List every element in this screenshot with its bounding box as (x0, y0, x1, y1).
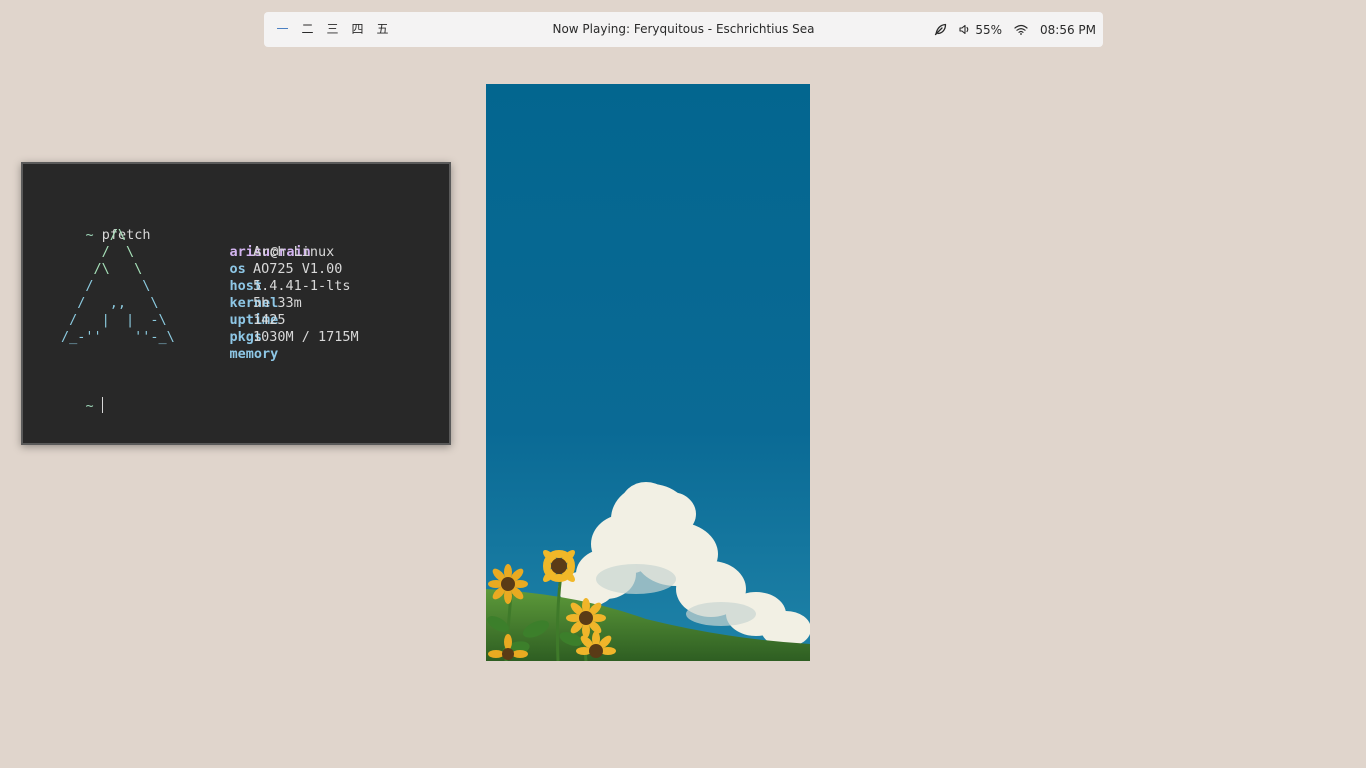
wallpaper-image (486, 84, 810, 661)
workspace-4[interactable]: 四 (345, 12, 370, 47)
workspace-1[interactable]: 一 (270, 12, 295, 47)
now-playing-text[interactable]: Now Playing: Feryquitous - Eschrichtius … (552, 22, 814, 36)
info-value: 1425 (253, 312, 286, 328)
status-area: 55% 08:56 PM (922, 12, 1096, 47)
workspace-5[interactable]: 五 (370, 12, 395, 47)
sunflower (543, 550, 575, 582)
volume-icon (959, 24, 970, 35)
top-bar: 一 二 三 四 五 Now Playing: Feryquitous - Esc… (264, 12, 1103, 47)
leaf-icon (934, 23, 947, 36)
info-value: AO725 V1.00 (253, 261, 343, 277)
volume-level: 55% (975, 22, 1002, 37)
sunflower (488, 564, 528, 604)
wifi-indicator[interactable] (1014, 24, 1028, 35)
ascii-logo-line-3: /\ \ (61, 261, 143, 277)
workspace-switcher: 一 二 三 四 五 (270, 12, 395, 47)
ascii-logo-line-2: / \ (61, 244, 135, 260)
terminal-window[interactable]: ~ pfetch /\ / \ /\ \ / \ / ,, \ / | | -\… (21, 162, 451, 445)
ascii-logo-line-1: /\ (61, 227, 127, 243)
text-cursor (101, 397, 103, 413)
ascii-logo-line-7: /_-'' ''-_\ (61, 329, 175, 345)
wifi-icon (1014, 24, 1028, 35)
ascii-logo-line-6: / | | -\ (61, 312, 167, 328)
info-key: memory (229, 346, 279, 362)
ascii-logo-line-4: / \ (61, 278, 151, 294)
ascii-logo-line-5: / ,, \ (61, 295, 159, 311)
sky-sunflower-illustration (486, 84, 810, 661)
sunflower (566, 598, 606, 638)
volume-indicator[interactable]: 55% (959, 23, 1002, 37)
info-value: 5.4.41-1-lts (253, 278, 351, 294)
clock[interactable]: 08:56 PM (1040, 23, 1096, 37)
workspace-3[interactable]: 三 (320, 12, 345, 47)
input-line[interactable]: ~ (53, 380, 103, 432)
info-value: 1030M / 1715M (253, 329, 359, 345)
info-value: Arch Linux (253, 244, 335, 260)
clock-time: 08:56 PM (1040, 22, 1096, 37)
prompt-symbol: ~ (85, 398, 94, 414)
leaf-indicator[interactable] (934, 23, 947, 36)
workspace-2[interactable]: 二 (295, 12, 320, 47)
info-value: 5h 33m (253, 295, 302, 311)
